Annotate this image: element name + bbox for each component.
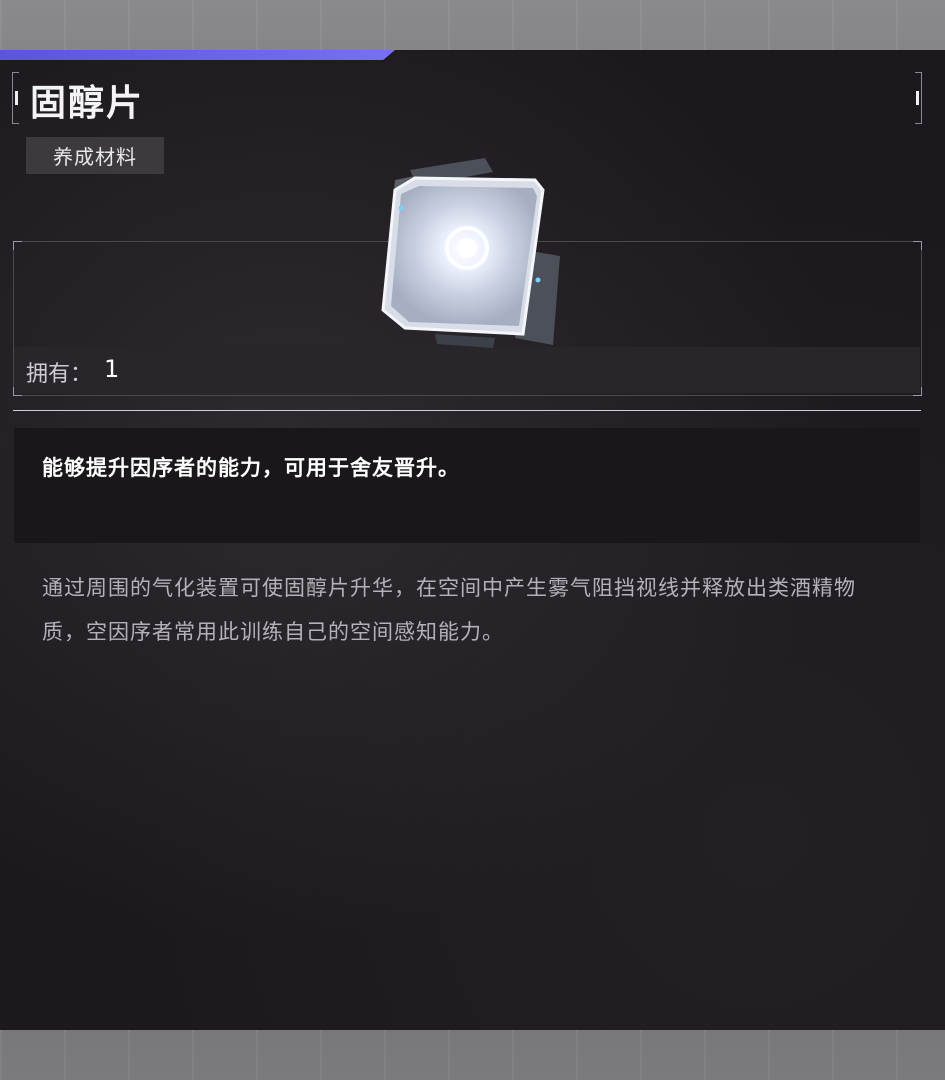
lore-description: 通过周围的气化装置可使固醇片升华，在空间中产生雾气阻挡视线并释放出类酒精物质，空… [42, 576, 856, 644]
title-frame [12, 72, 922, 126]
item-title: 固醇片 [30, 83, 145, 124]
title-bracket-left [12, 72, 19, 124]
sterol-tablet-icon [381, 158, 560, 348]
effect-box [14, 428, 920, 543]
title-bracket-right [915, 72, 922, 124]
divider [13, 410, 921, 411]
effect-description: 能够提升因序者的能力，可用于舍友晋升。 [42, 456, 460, 480]
owned-count: 1 [104, 355, 120, 383]
owned-label: 拥有： [26, 362, 93, 387]
category-tag: 养成材料 [26, 137, 164, 174]
accent-bar [0, 50, 395, 60]
